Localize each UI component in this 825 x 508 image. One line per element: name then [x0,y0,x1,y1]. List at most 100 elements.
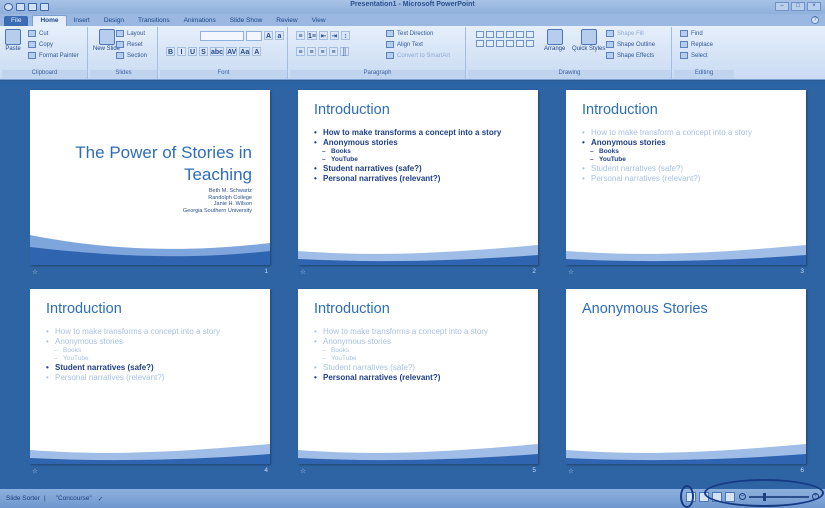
bullet-marker: • [46,327,49,336]
sub-bullet-item: – Books [314,148,534,156]
pen-icon [606,41,614,48]
grow-font-button[interactable]: A [264,31,273,40]
transition-icon[interactable]: ☆ [32,268,38,276]
justify-button[interactable]: ≡ [329,47,338,56]
shape-icon[interactable] [506,31,514,38]
numbering-button[interactable]: 1≡ [307,31,317,40]
shape-icon[interactable] [476,40,484,47]
font-size-box[interactable] [246,31,262,41]
help-icon[interactable]: ? [811,16,819,24]
theme-name[interactable]: "Concourse" [50,495,92,502]
tab-design[interactable]: Design [97,16,131,26]
tab-slide-show[interactable]: Slide Show [223,16,270,26]
bullet-marker: • [582,128,585,137]
italic-button[interactable]: I [177,47,186,56]
shape-icon[interactable] [506,40,514,47]
shadow-button[interactable]: S [199,47,208,56]
tab-view[interactable]: View [305,16,333,26]
transition-icon[interactable]: ☆ [300,467,306,475]
minimize-button[interactable]: – [775,2,789,11]
transition-icon[interactable]: ☆ [568,268,574,276]
bullet-text: Anonymous stories [323,337,392,346]
shape-icon[interactable] [496,40,504,47]
slide[interactable]: Introduction • How to make transforms a c… [30,289,270,464]
slide-thumbnail-6[interactable]: Anonymous Stories ☆ 6 [566,289,806,479]
bullet-marker: – [54,347,58,354]
copy-button[interactable]: Copy [28,41,53,48]
cut-button[interactable]: Cut [28,30,48,37]
shape-icon[interactable] [526,31,534,38]
shape-effects-button[interactable]: Shape Effects [606,52,654,59]
select-button[interactable]: Select [680,52,708,59]
reset-button[interactable]: Reset [116,41,143,48]
shape-icon[interactable] [496,31,504,38]
convert-smartart-button[interactable]: Convert to SmartArt [386,52,450,59]
slide[interactable]: Anonymous Stories [566,289,806,464]
slide[interactable]: Introduction • How to make transform a co… [566,90,806,265]
close-button[interactable]: × [807,2,821,11]
slide-thumbnail-3[interactable]: Introduction • How to make transform a co… [566,90,806,280]
underline-button[interactable]: U [188,47,197,56]
shape-icon[interactable] [486,40,494,47]
shape-icon[interactable] [516,40,524,47]
replace-button[interactable]: Replace [680,41,713,48]
font-color-button[interactable]: A [252,47,262,56]
quick-styles-button[interactable]: Quick Styles [572,29,605,52]
bullet-marker: – [590,148,594,155]
slide-thumbnail-5[interactable]: Introduction • How to make transforms a c… [298,289,538,479]
tab-file[interactable]: File [4,16,29,26]
decrease-indent-button[interactable]: ⇤ [318,31,328,40]
bullet-item: • Student narratives (safe?) [46,363,266,373]
shape-icon[interactable] [486,31,494,38]
bullet-item: • Anonymous stories [314,337,534,347]
arrange-button[interactable]: Arrange [544,29,565,52]
align-right-button[interactable]: ≡ [318,47,327,56]
font-name-box[interactable] [200,31,244,41]
transition-icon[interactable]: ☆ [568,467,574,475]
text-direction-button[interactable]: Text Direction [386,30,433,37]
format-painter-button[interactable]: Format Painter [28,52,79,59]
slide[interactable]: Introduction • How to make transforms a c… [298,289,538,464]
shape-icon[interactable] [476,31,484,38]
bullet-text: Personal narratives (relevant?) [591,174,701,183]
increase-indent-button[interactable]: ⇥ [329,31,339,40]
strikethrough-button[interactable]: abc [210,47,225,56]
shape-fill-button[interactable]: Shape Fill [606,30,644,37]
find-button[interactable]: Find [680,30,703,37]
shapes-gallery[interactable] [476,31,534,47]
paste-button[interactable]: Paste [5,29,21,52]
bullets-button[interactable]: ≡ [296,31,305,40]
tab-insert[interactable]: Insert [67,16,97,26]
tab-transitions[interactable]: Transitions [131,16,177,26]
bold-button[interactable]: B [166,47,175,56]
change-case-button[interactable]: Aa [239,47,251,56]
spellcheck-icon[interactable]: ✓ [92,495,103,503]
tab-animations[interactable]: Animations [177,16,223,26]
layout-button[interactable]: Layout [116,30,145,37]
section-icon [116,52,124,59]
tab-home[interactable]: Home [32,15,67,26]
slide[interactable]: The Power of Stories in Teaching Beth M.… [30,90,270,265]
status-separator: | [43,495,46,502]
bullet-text: YouTube [331,355,357,362]
shrink-font-button[interactable]: a [275,31,284,40]
transition-icon[interactable]: ☆ [32,467,38,475]
align-left-button[interactable]: ≡ [296,47,305,56]
slide[interactable]: Introduction • How to make transforms a c… [298,90,538,265]
slide-thumbnail-1[interactable]: The Power of Stories in Teaching Beth M.… [30,90,270,280]
shape-icon[interactable] [516,31,524,38]
maximize-button[interactable]: □ [791,2,805,11]
slide-thumbnail-4[interactable]: Introduction • How to make transforms a c… [30,289,270,479]
transition-icon[interactable]: ☆ [300,268,306,276]
line-spacing-button[interactable]: ↕ [340,31,350,40]
section-button[interactable]: Section [116,52,147,59]
shape-icon[interactable] [526,40,534,47]
character-spacing-button[interactable]: AV [226,47,238,56]
slide-thumbnail-2[interactable]: Introduction • How to make transforms a c… [298,90,538,280]
align-text-button[interactable]: Align Text [386,41,423,48]
align-center-button[interactable]: ≡ [307,47,316,56]
tab-review[interactable]: Review [269,16,304,26]
bullet-marker: • [314,128,317,137]
columns-button[interactable]: ║ [340,47,349,56]
shape-outline-button[interactable]: Shape Outline [606,41,655,48]
